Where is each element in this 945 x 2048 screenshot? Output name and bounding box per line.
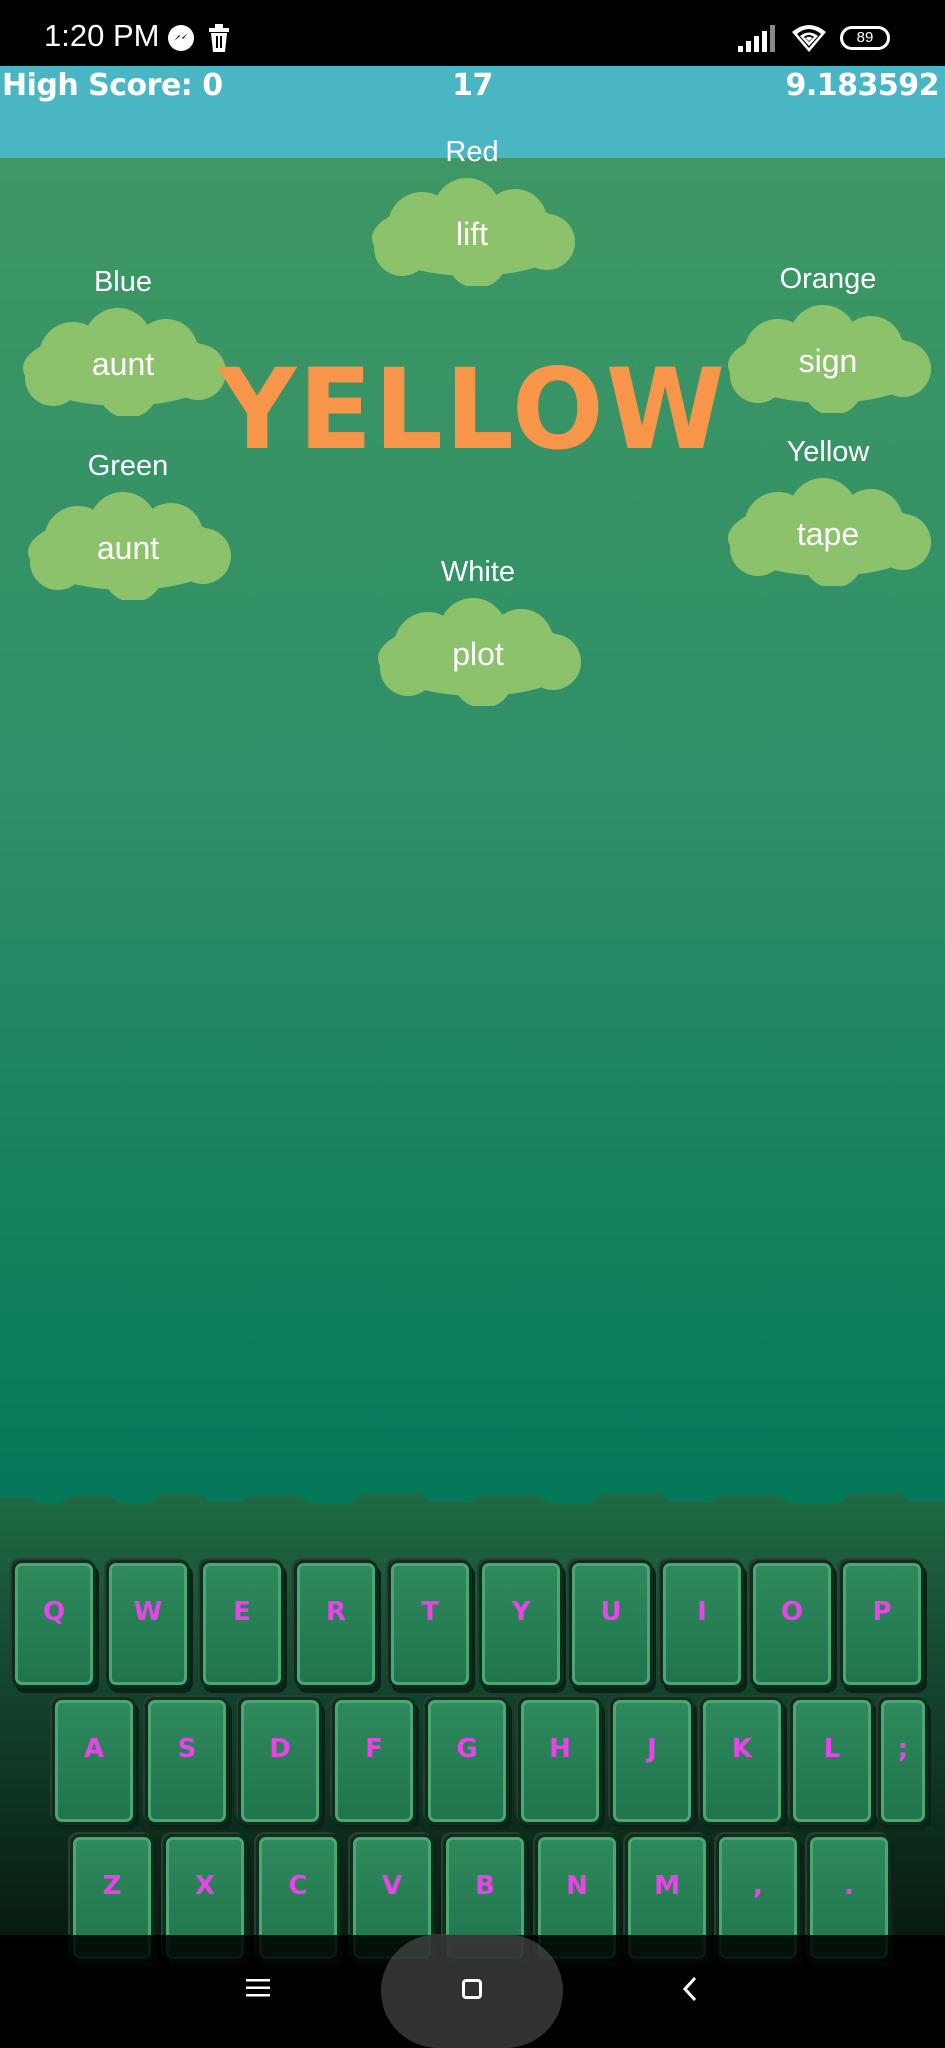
status-bar: 1:20 PM 89: [0, 0, 945, 66]
key-y[interactable]: Y: [479, 1560, 563, 1688]
key-label: Y: [511, 1597, 531, 1627]
key-label: D: [269, 1734, 291, 1764]
key-k[interactable]: K: [700, 1697, 784, 1825]
battery-level: 89: [856, 29, 874, 46]
key-label: R: [325, 1597, 347, 1627]
timer: 9.183592: [785, 68, 939, 103]
key-label: U: [600, 1597, 622, 1627]
back-icon[interactable]: [682, 1976, 698, 2002]
key-o[interactable]: O: [750, 1560, 834, 1688]
keyboard: Q W E R T Y U I O P A S D F G H J K L ; …: [0, 1560, 945, 1962]
signal-icon: [738, 25, 775, 52]
cloud-word: tape: [796, 516, 860, 552]
key-label: K: [731, 1734, 753, 1764]
home-icon[interactable]: [462, 1979, 482, 1999]
key-semicolon[interactable]: ;: [878, 1697, 928, 1825]
key-g[interactable]: G: [425, 1697, 509, 1825]
key-r[interactable]: R: [294, 1560, 378, 1688]
key-label: C: [288, 1871, 308, 1901]
key-f[interactable]: F: [332, 1697, 416, 1825]
key-t[interactable]: T: [388, 1560, 472, 1688]
key-u[interactable]: U: [569, 1560, 653, 1688]
cloud-word: lift: [456, 216, 488, 252]
key-label: ;: [897, 1734, 909, 1764]
key-label: I: [697, 1597, 707, 1627]
key-label: T: [421, 1597, 439, 1627]
key-label: P: [872, 1597, 892, 1627]
key-label: H: [549, 1734, 571, 1764]
cloud-red[interactable]: Red lift: [367, 136, 577, 286]
key-q[interactable]: Q: [12, 1560, 96, 1688]
target-color-word: YELLOW: [218, 346, 727, 475]
key-a[interactable]: A: [52, 1697, 136, 1825]
key-label: ,: [753, 1871, 763, 1901]
trash-icon: [209, 24, 229, 52]
key-label: M: [654, 1871, 680, 1901]
key-label: V: [381, 1871, 403, 1901]
cloud-color-label: Red: [445, 136, 499, 168]
key-label: B: [475, 1871, 495, 1901]
key-label: F: [365, 1734, 383, 1764]
cloud-word: plot: [452, 636, 504, 672]
battery-icon: 89: [840, 26, 890, 50]
cloud-color-label: Blue: [93, 266, 153, 298]
key-label: A: [83, 1734, 105, 1764]
key-i[interactable]: I: [660, 1560, 744, 1688]
messenger-icon: [168, 25, 194, 51]
key-w[interactable]: W: [106, 1560, 190, 1688]
key-l[interactable]: L: [790, 1697, 874, 1825]
wifi-icon: [792, 25, 826, 52]
game-screen: 1:20 PM 89 High Score: 0 17 9.183592 Red…: [0, 0, 945, 2048]
cloud-word: aunt: [96, 530, 160, 566]
key-label: G: [456, 1734, 478, 1764]
key-label: Q: [42, 1597, 66, 1627]
key-label: O: [780, 1597, 804, 1627]
key-j[interactable]: J: [610, 1697, 694, 1825]
key-e[interactable]: E: [200, 1560, 284, 1688]
key-h[interactable]: H: [518, 1697, 602, 1825]
key-label: Z: [102, 1871, 122, 1901]
key-label: N: [566, 1871, 588, 1901]
key-p[interactable]: P: [840, 1560, 924, 1688]
key-d[interactable]: D: [238, 1697, 322, 1825]
key-label: E: [233, 1597, 251, 1627]
key-label: W: [133, 1597, 163, 1627]
key-label: .: [844, 1871, 854, 1901]
key-label: L: [823, 1734, 841, 1764]
menu-icon[interactable]: [246, 1978, 270, 1998]
key-label: J: [647, 1734, 657, 1764]
key-s[interactable]: S: [145, 1697, 229, 1825]
status-time: 1:20 PM: [44, 18, 160, 53]
cloud-color-label: White: [440, 556, 516, 588]
cloud-color-label: Orange: [779, 263, 877, 295]
key-label: X: [194, 1871, 216, 1901]
key-label: S: [177, 1734, 197, 1764]
cloud-white[interactable]: White plot: [373, 556, 583, 706]
